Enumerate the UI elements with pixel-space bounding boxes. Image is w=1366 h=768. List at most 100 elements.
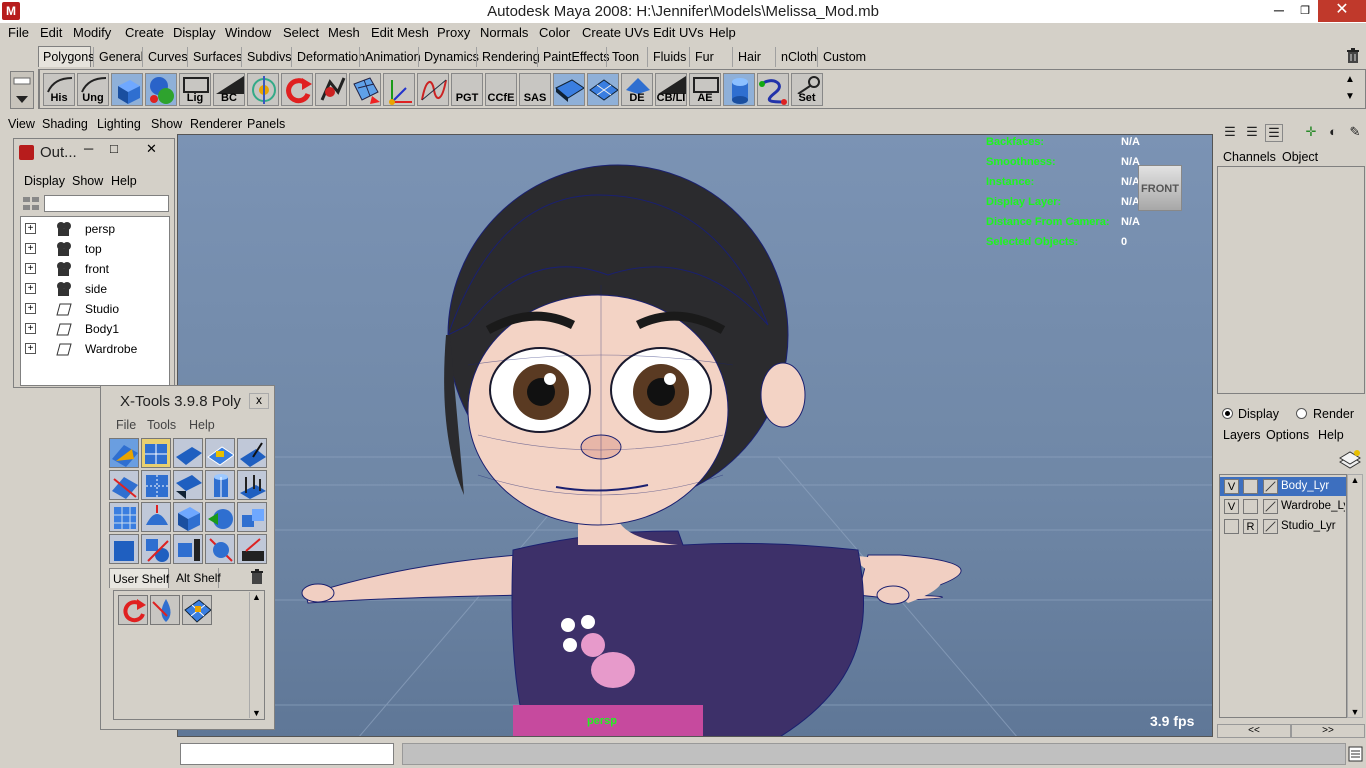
menu-edit-uvs[interactable]: Edit UVs: [653, 25, 704, 40]
xtool-button[interactable]: [109, 502, 139, 532]
expand-icon[interactable]: +: [25, 283, 36, 294]
menu-mesh[interactable]: Mesh: [328, 25, 360, 40]
xtool-button[interactable]: [173, 502, 203, 532]
shelftab-fluids[interactable]: Fluids: [647, 47, 687, 67]
menu-modify[interactable]: Modify: [73, 25, 111, 40]
xtool-button[interactable]: [237, 470, 267, 500]
menu-file[interactable]: File: [8, 25, 29, 40]
panel-menu-show[interactable]: Show: [151, 117, 182, 131]
scroll-down-icon[interactable]: ▼: [1348, 707, 1362, 717]
redo-button[interactable]: [281, 73, 313, 106]
layer-menu-options[interactable]: Options: [1266, 428, 1309, 442]
layer-visibility-toggle[interactable]: V: [1224, 499, 1239, 514]
outliner-close-button[interactable]: ✕: [146, 141, 157, 157]
xtool-button[interactable]: [205, 470, 235, 500]
list-item[interactable]: + front: [21, 259, 169, 279]
expand-icon[interactable]: +: [25, 303, 36, 314]
layer-color-icon[interactable]: [1263, 499, 1278, 514]
list-item[interactable]: + Wardrobe: [21, 339, 169, 359]
curve-tool-button[interactable]: [417, 73, 449, 106]
layer-type-toggle[interactable]: R: [1243, 519, 1258, 534]
shelftab-surfaces[interactable]: Surfaces: [187, 47, 242, 67]
ccfe-button[interactable]: CCfE: [485, 73, 517, 106]
layer-color-icon[interactable]: [1263, 479, 1278, 494]
outliner-maximize-button[interactable]: □: [110, 141, 118, 156]
expand-icon[interactable]: +: [25, 343, 36, 354]
shelftab-toon[interactable]: Toon: [606, 47, 644, 67]
shelftab-painteffects[interactable]: PaintEffects: [537, 47, 609, 67]
script-editor-icon[interactable]: [1348, 746, 1363, 762]
shelf-scroll-arrows[interactable]: ▲ ▼: [1341, 71, 1359, 107]
perspective-viewport[interactable]: Backfaces: N/A Smoothness: N/A Instance: N/…: [177, 134, 1213, 737]
layer-next-button[interactable]: >>: [1291, 724, 1365, 738]
scroll-up-icon[interactable]: ▲: [1348, 475, 1362, 485]
xtools-menu-help[interactable]: Help: [189, 418, 215, 432]
channel-box-mode-icon[interactable]: ☰: [1221, 124, 1239, 142]
shelftab-rendering[interactable]: Rendering: [476, 47, 540, 67]
viewcube-front[interactable]: FRONT: [1138, 165, 1182, 211]
list-item[interactable]: + persp: [21, 219, 169, 239]
de-button[interactable]: DE: [621, 73, 653, 106]
xtool-button[interactable]: [237, 534, 267, 564]
outliner-menu-help[interactable]: Help: [111, 174, 137, 188]
radio-display[interactable]: [1222, 408, 1233, 419]
tab-channels[interactable]: Channels: [1223, 150, 1276, 164]
xtool-button[interactable]: [205, 534, 235, 564]
menu-edit[interactable]: Edit: [40, 25, 62, 40]
tab-object[interactable]: Object: [1282, 150, 1318, 164]
shading-sphere-icon[interactable]: ◐: [1324, 124, 1342, 142]
xtool-button[interactable]: [237, 502, 267, 532]
new-layer-icon[interactable]: [1338, 448, 1362, 470]
shelftab-subdivs[interactable]: Subdivs: [241, 47, 291, 67]
shelftab-animation[interactable]: Animation: [359, 47, 421, 67]
cube-button[interactable]: [111, 73, 143, 106]
minimize-button[interactable]: ─: [1266, 0, 1292, 22]
user-shelf-button[interactable]: [150, 595, 180, 625]
channel-box-layer-mode-icon[interactable]: ☰: [1265, 124, 1283, 142]
panel-menu-view[interactable]: View: [8, 117, 35, 131]
shelf-trash-icon[interactable]: [1346, 48, 1360, 64]
sas-button[interactable]: SAS: [519, 73, 551, 106]
user-shelf-button[interactable]: [182, 595, 212, 625]
outliner-menu-display[interactable]: Display: [24, 174, 65, 188]
xtool-button[interactable]: [141, 470, 171, 500]
attribute-editor-mode-icon[interactable]: ☰: [1243, 124, 1261, 142]
xtool-button[interactable]: [173, 470, 203, 500]
menu-select[interactable]: Select: [283, 25, 319, 40]
layer-row[interactable]: V Wardrobe_Lyr: [1220, 497, 1346, 516]
mel-command-input[interactable]: [180, 743, 394, 765]
outliner-search-input[interactable]: [44, 195, 169, 212]
shelftab-general[interactable]: General: [93, 47, 143, 67]
uv-layout-button[interactable]: [349, 73, 381, 106]
shelf-menu-button[interactable]: [10, 71, 34, 109]
scroll-up-icon[interactable]: ▲: [250, 592, 263, 602]
paint-weights-button[interactable]: [315, 73, 347, 106]
xtools-menu-tools[interactable]: Tools: [147, 418, 176, 432]
cylinder-button[interactable]: [723, 73, 755, 106]
expand-icon[interactable]: +: [25, 223, 36, 234]
menu-window[interactable]: Window: [225, 25, 271, 40]
panel-menu-shading[interactable]: Shading: [42, 117, 88, 131]
attribute-editor-button[interactable]: AE: [689, 73, 721, 106]
tab-alt-shelf[interactable]: Alt Shelf: [173, 568, 221, 588]
expand-icon[interactable]: +: [25, 263, 36, 274]
shelf-scroll-down-icon[interactable]: ▼: [1341, 88, 1359, 105]
xtool-button[interactable]: [109, 534, 139, 564]
menu-edit-mesh[interactable]: Edit Mesh: [371, 25, 429, 40]
menu-create[interactable]: Create: [125, 25, 164, 40]
xtool-button[interactable]: [205, 438, 235, 468]
shelftab-polygons[interactable]: Polygons: [38, 46, 94, 67]
center-pivot-button[interactable]: [247, 73, 279, 106]
manipulator-icon[interactable]: ✛: [1302, 124, 1320, 142]
shelftab-deformation[interactable]: Deformation: [291, 47, 365, 67]
xtool-button[interactable]: [109, 470, 139, 500]
menu-create-uvs[interactable]: Create UVs: [582, 25, 649, 40]
subdiv-plane-button[interactable]: [587, 73, 619, 106]
xtool-button[interactable]: [205, 502, 235, 532]
bc-button[interactable]: BC: [213, 73, 245, 106]
xtool-button[interactable]: [141, 502, 171, 532]
scroll-down-icon[interactable]: ▼: [250, 708, 263, 718]
cb-li-button[interactable]: CB/LI: [655, 73, 687, 106]
outliner-titlebar[interactable]: Out... ─ □ ✕: [14, 139, 174, 165]
layer-visibility-toggle[interactable]: V: [1224, 479, 1239, 494]
